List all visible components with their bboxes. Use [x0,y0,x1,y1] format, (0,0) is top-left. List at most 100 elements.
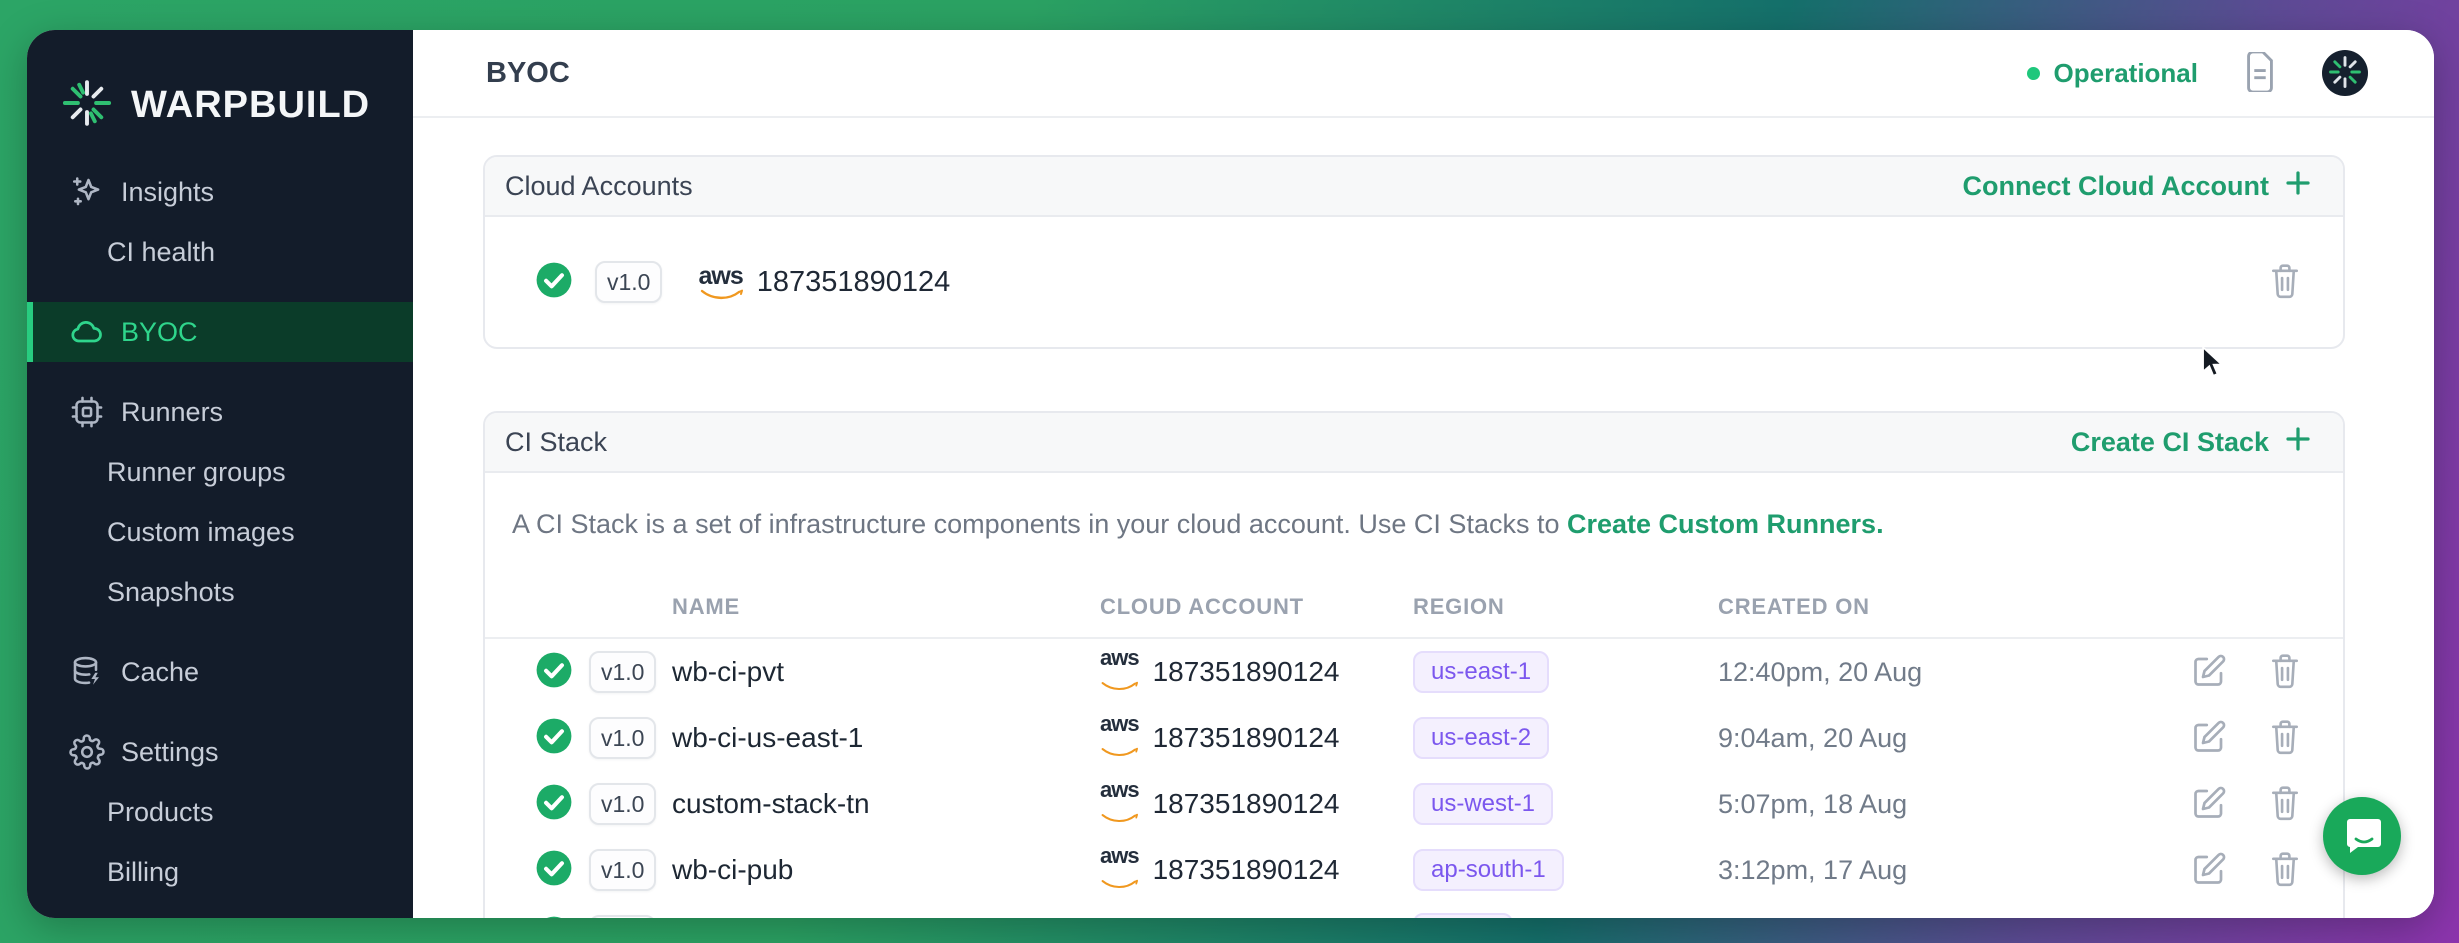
ci-stack-description: A CI Stack is a set of infrastructure co… [485,473,2343,541]
create-custom-runners-link[interactable]: Create Custom Runners. [1567,509,1884,539]
edit-stack-button[interactable] [2191,653,2227,692]
edit-stack-button[interactable] [2191,785,2227,824]
created-on: 12:40pm, 20 Aug [1718,657,2182,688]
sidebar-item-billing[interactable]: Billing [27,842,413,902]
check-circle-icon [535,849,589,892]
version-badge: v1.0 [589,915,656,918]
ci-stack-table-header: NAMECLOUD ACCOUNTREGIONCREATED ON [485,577,2343,639]
plus-icon [2283,424,2313,461]
ci-stack-row: v1.0custom-stack-tnaws187351890124us-wes… [485,771,2343,837]
sidebar-item-label: BYOC [121,317,198,348]
sidebar-item-settings[interactable]: Settings [27,722,413,782]
sidebar-item-snapshots[interactable]: Snapshots [27,562,413,622]
stack-cloud-account: aws 187351890124 [1100,779,1413,829]
stack-cloud-account: aws187351890124 [1100,647,1413,697]
cloud-accounts-title: Cloud Accounts [505,171,693,202]
avatar[interactable] [2322,50,2368,96]
sidebar-item-runners[interactable]: Runners [27,382,413,442]
connect-cloud-account-button[interactable]: Connect Cloud Account [1963,168,2313,205]
check-circle-icon [535,717,589,760]
edit-stack-button[interactable] [2191,917,2227,919]
status-badge[interactable]: Operational [2027,58,2198,89]
sidebar-item-label: CI health [107,237,215,268]
sidebar-item-insights[interactable]: Insights [27,162,413,222]
delete-cloud-account-button[interactable] [2267,262,2303,303]
delete-stack-button[interactable] [2267,718,2303,759]
sidebar-item-custom-images[interactable]: Custom images [27,502,413,562]
sparkles-icon [67,174,107,210]
status-label: Operational [2054,58,2198,89]
create-ci-stack-label: Create CI Stack [2071,427,2269,458]
stack-account-id: 187351890124 [1153,722,1340,754]
topbar-right: Operational [2027,50,2368,96]
region-badge: ap-south-1 [1413,849,1564,891]
trash-icon [2267,916,2303,919]
page-title: BYOC [486,57,570,90]
region-badge: us-east-2 [1413,717,1549,759]
edit-icon [2191,719,2227,758]
edit-icon [2191,917,2227,919]
sidebar-item-label: Runners [121,397,223,428]
aws-icon: aws [1100,779,1139,829]
sidebar-item-label: Products [107,797,214,828]
version-badge: v1.0 [589,717,656,759]
create-ci-stack-button[interactable]: Create CI Stack [2071,424,2313,461]
aws-icon: aws [698,264,742,301]
warpbuild-logo-icon [61,77,113,134]
sidebar-item-cache[interactable]: Cache [27,642,413,702]
version-badge: v1.0 [589,783,656,825]
column-header: CLOUD ACCOUNT [1100,594,1413,620]
ci-stack-row: v1.0wb-ci-pvtaws187351890124us-east-112:… [485,639,2343,705]
connect-cloud-account-label: Connect Cloud Account [1963,171,2269,202]
sidebar-item-products[interactable]: Products [27,782,413,842]
sidebar-item-ci-health[interactable]: CI health [27,222,413,282]
stack-cloud-account: aws187351890124 [1100,713,1413,763]
sidebar: WARPBUILD Insights CI health BYOC Runners Ru… [27,30,413,918]
trash-icon [2267,262,2303,303]
created-on: 3:12pm, 17 Aug [1718,855,2182,886]
docs-button[interactable] [2242,52,2278,95]
delete-stack-button[interactable] [2267,850,2303,891]
ci-stack-card: CI Stack Create CI Stack A CI Stack is a… [483,411,2345,918]
ci-stack-description-text: A CI Stack is a set of infrastructure co… [512,509,1559,539]
edit-stack-button[interactable] [2191,719,2227,758]
edit-icon [2191,653,2227,692]
ci-stack-title: CI Stack [505,427,607,458]
column-header: REGION [1413,594,1718,620]
column-header: CREATED ON [1718,594,2182,620]
ci-stack-row: v1.0 [485,903,2343,918]
sidebar-item-byoc[interactable]: BYOC [27,302,413,362]
delete-stack-button[interactable] [2267,652,2303,693]
cloud-account-row: v1.0 aws 187351890124 [485,217,2343,347]
trash-icon [2267,784,2303,825]
brand: WARPBUILD [27,30,413,140]
sidebar-item-label: Settings [121,737,219,768]
stack-name: wb-ci-us-east-1 [672,722,1100,754]
column-header: NAME [672,594,1100,620]
stack-account-id: 187351890124 [1153,788,1340,820]
brand-name: WARPBUILD [131,84,370,127]
topbar: BYOC Operational [413,30,2434,118]
trash-icon [2267,652,2303,693]
stack-name: wb-ci-pvt [672,656,1100,688]
sidebar-item-label: Billing [107,857,179,888]
check-circle-icon [535,651,589,694]
gear-icon [67,734,107,770]
plus-icon [2283,168,2313,205]
ci-stack-row: v1.0wb-ci-pubaws187351890124ap-south-13:… [485,837,2343,903]
version-badge: v1.0 [589,651,656,693]
version-badge: v1.0 [589,849,656,891]
chat-launcher-button[interactable] [2323,797,2401,875]
ci-stack-row: v1.0 wb-ci-us-east-1aws187351890124us-eas… [485,705,2343,771]
edit-stack-button[interactable] [2191,851,2227,890]
stack-name: wb-ci-pub [672,854,1100,886]
delete-stack-button[interactable] [2267,784,2303,825]
delete-stack-button[interactable] [2267,916,2303,919]
sidebar-item-runner-groups[interactable]: Runner groups [27,442,413,502]
trash-icon [2267,718,2303,759]
aws-icon: aws [1100,845,1139,895]
cloud-account-id: 187351890124 [757,266,951,299]
chat-bubble-icon [2341,815,2383,858]
stack-account-id: 187351890124 [1153,656,1340,688]
cloud-accounts-header: Cloud Accounts Connect Cloud Account [485,157,2343,217]
